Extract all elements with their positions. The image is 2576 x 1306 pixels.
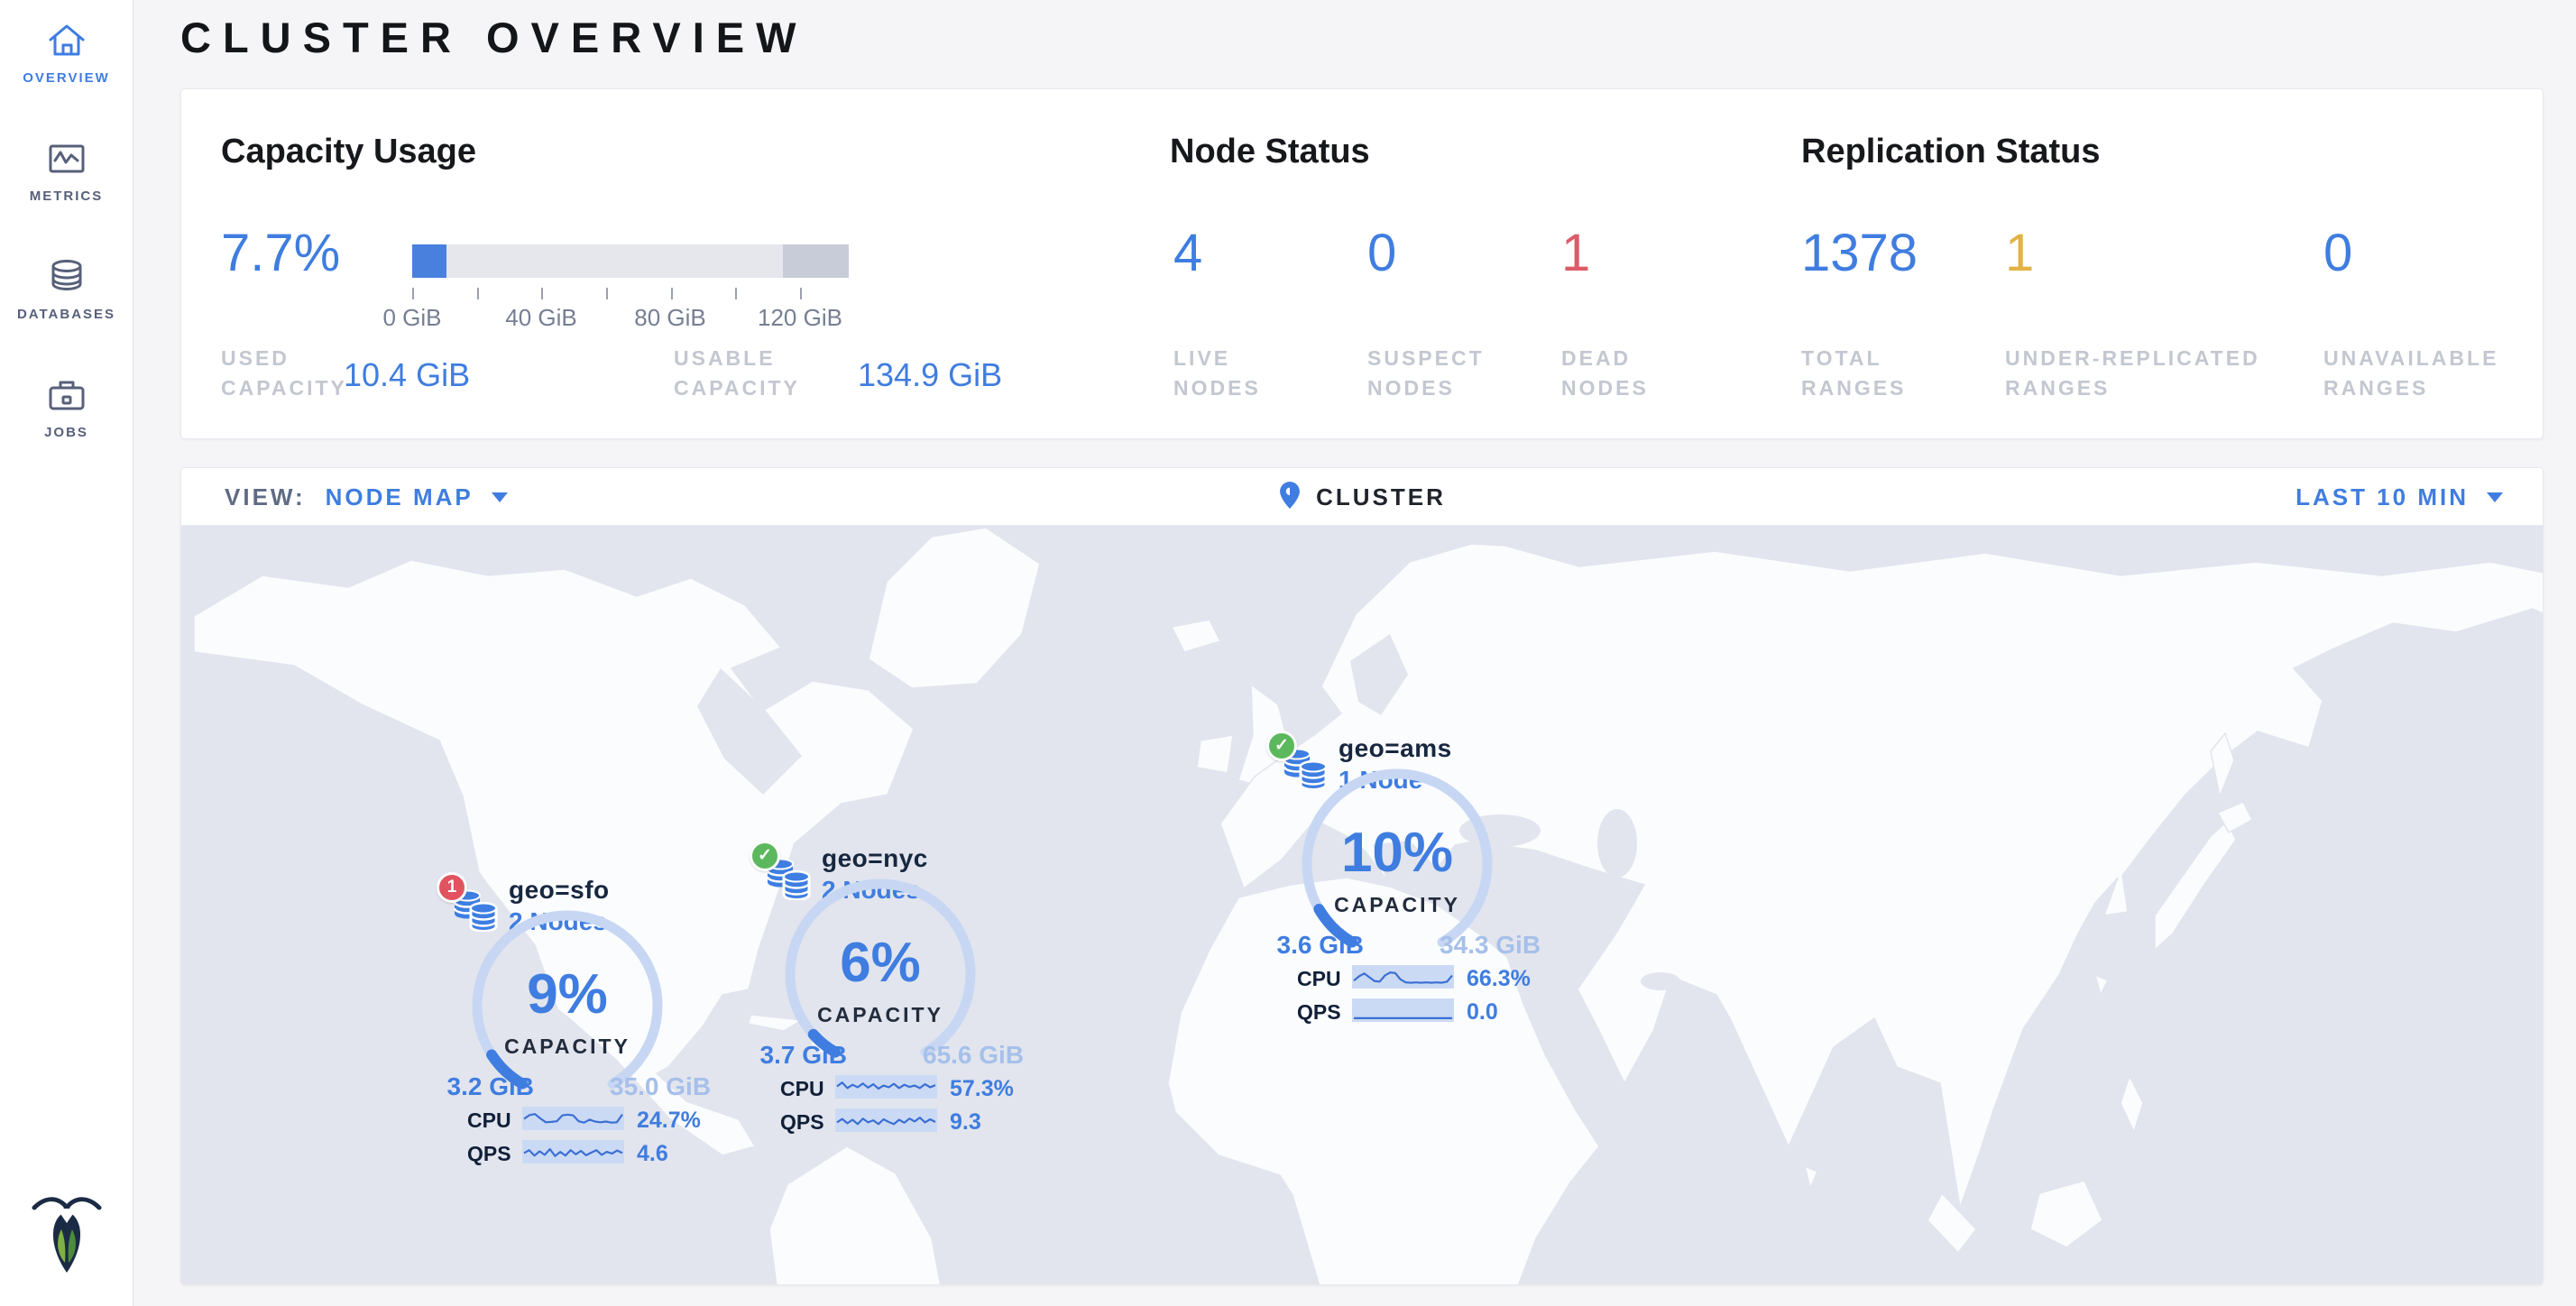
cpu-label: CPU <box>780 1077 824 1101</box>
map-toolbar: VIEW: NODE MAP CLUSTER LAST 10 MIN <box>181 468 2543 526</box>
cluster-summary-panel: Capacity Usage 7.7% 0 GiB 40 GiB 80 GiB … <box>180 88 2544 439</box>
locality-marker-sfo[interactable]: 1 geo=sfo <box>437 872 734 1179</box>
qps-sparkline <box>1352 998 1454 1022</box>
home-icon <box>0 20 133 61</box>
live-nodes-label: LIVENODES <box>1173 344 1261 403</box>
cpu-value: 66.3% <box>1467 966 1531 992</box>
axis-tick <box>735 288 737 299</box>
qps-value: 4.6 <box>637 1141 668 1167</box>
status-badge: 1 <box>437 872 467 903</box>
database-icon <box>0 256 133 298</box>
qps-sparkline <box>835 1108 937 1132</box>
axis-tick <box>412 288 414 299</box>
status-badge: ✓ <box>1266 731 1297 761</box>
cpu-value: 57.3% <box>950 1076 1014 1102</box>
location-pin-icon <box>1278 481 1302 514</box>
gauge-caption: CAPACITY <box>1289 893 1505 917</box>
world-map[interactable]: 1 geo=sfo <box>181 526 2544 1285</box>
unavailable-ranges-value: 0 <box>2323 223 2352 283</box>
gauge-percent: 9% <box>459 962 676 1026</box>
gauge-percent: 10% <box>1289 821 1505 885</box>
axis-tick <box>606 288 608 299</box>
capacity-usable-value: 34.3 GiB <box>1440 931 1566 960</box>
under-replicated-ranges-value: 1 <box>2005 223 2034 283</box>
live-nodes-value: 4 <box>1173 223 1202 283</box>
sidebar-item-jobs[interactable]: JOBS <box>0 374 133 440</box>
metrics-icon <box>0 138 133 179</box>
used-capacity-value: 10.4 GiB <box>344 356 470 394</box>
briefcase-icon <box>0 374 133 416</box>
gauge-caption: CAPACITY <box>772 1003 989 1027</box>
gauge-percent: 6% <box>772 931 989 995</box>
sidebar-item-label: DATABASES <box>0 307 133 322</box>
replication-status-title: Replication Status <box>1801 133 2101 171</box>
under-replicated-ranges-label: UNDER-REPLICATEDRANGES <box>2005 344 2260 403</box>
time-range-selector[interactable]: LAST 10 MIN <box>2295 468 2503 526</box>
chevron-down-icon <box>2487 492 2503 502</box>
cpu-sparkline <box>1352 965 1454 989</box>
sidebar-item-label: JOBS <box>0 425 133 440</box>
cpu-label: CPU <box>1297 967 1341 991</box>
qps-sparkline <box>522 1140 624 1163</box>
used-capacity-label: USED CAPACITY <box>221 344 347 403</box>
dead-nodes-value: 1 <box>1561 223 1590 283</box>
usable-capacity-value: 134.9 GiB <box>858 356 1002 394</box>
qps-value: 0.0 <box>1467 999 1498 1025</box>
gauge-caption: CAPACITY <box>459 1035 676 1059</box>
capacity-percent: 7.7% <box>221 223 340 283</box>
total-ranges-label: TOTALRANGES <box>1801 344 1906 403</box>
locality-marker-ams[interactable]: ✓ geo=ams <box>1266 731 1564 1037</box>
axis-tick <box>671 288 673 299</box>
axis-tick-label: 80 GiB <box>616 304 724 332</box>
capacity-usage-title: Capacity Usage <box>221 133 476 171</box>
cpu-sparkline <box>835 1075 937 1099</box>
page-title: CLUSTER OVERVIEW <box>180 13 807 62</box>
capacity-bar <box>412 244 849 278</box>
capacity-bar-reserved <box>783 244 849 278</box>
capacity-used-value: 3.6 GiB <box>1266 931 1364 960</box>
view-selector[interactable]: NODE MAP <box>326 483 508 511</box>
capacity-usable-value: 65.6 GiB <box>923 1041 1049 1070</box>
qps-label: QPS <box>1297 1000 1341 1025</box>
cpu-sparkline <box>522 1107 624 1130</box>
axis-tick <box>541 288 543 299</box>
suspect-nodes-label: SUSPECTNODES <box>1367 344 1485 403</box>
axis-tick-label: 40 GiB <box>487 304 595 332</box>
capacity-bar-used <box>412 244 446 278</box>
capacity-used-value: 3.7 GiB <box>750 1041 847 1070</box>
sidebar-item-databases[interactable]: DATABASES <box>0 256 133 322</box>
sidebar-nav: OVERVIEW METRICS DATABASES <box>0 0 133 440</box>
status-badge: ✓ <box>750 841 780 871</box>
node-map-panel: VIEW: NODE MAP CLUSTER LAST 10 MIN <box>180 467 2544 1285</box>
capacity-usable-value: 35.0 GiB <box>610 1072 736 1101</box>
chevron-down-icon <box>492 492 508 502</box>
unavailable-ranges-label: UNAVAILABLERANGES <box>2323 344 2498 403</box>
cpu-label: CPU <box>467 1108 511 1133</box>
sidebar-item-label: OVERVIEW <box>0 70 133 86</box>
usable-capacity-label: USABLE CAPACITY <box>674 344 800 403</box>
qps-label: QPS <box>467 1142 511 1166</box>
breadcrumb: CLUSTER <box>1316 483 1446 511</box>
cockroachdb-logo[interactable] <box>0 1191 133 1290</box>
view-label: VIEW: <box>225 483 306 511</box>
total-ranges-value: 1378 <box>1801 223 1918 283</box>
sidebar-item-metrics[interactable]: METRICS <box>0 138 133 204</box>
sidebar: OVERVIEW METRICS DATABASES <box>0 0 133 1306</box>
axis-tick <box>800 288 802 299</box>
axis-tick <box>477 288 479 299</box>
dead-nodes-label: DEADNODES <box>1561 344 1649 403</box>
capacity-used-value: 3.2 GiB <box>437 1072 534 1101</box>
cpu-value: 24.7% <box>637 1108 701 1134</box>
axis-tick-label: 120 GiB <box>746 304 854 332</box>
axis-tick-label: 0 GiB <box>358 304 466 332</box>
locality-marker-nyc[interactable]: ✓ geo=nyc <box>750 841 1047 1147</box>
capacity-axis <box>412 288 849 300</box>
suspect-nodes-value: 0 <box>1367 223 1396 283</box>
qps-label: QPS <box>780 1110 824 1135</box>
sidebar-item-label: METRICS <box>0 189 133 204</box>
sidebar-item-overview[interactable]: OVERVIEW <box>0 20 133 86</box>
qps-value: 9.3 <box>950 1109 981 1136</box>
node-status-title: Node Status <box>1170 133 1370 171</box>
